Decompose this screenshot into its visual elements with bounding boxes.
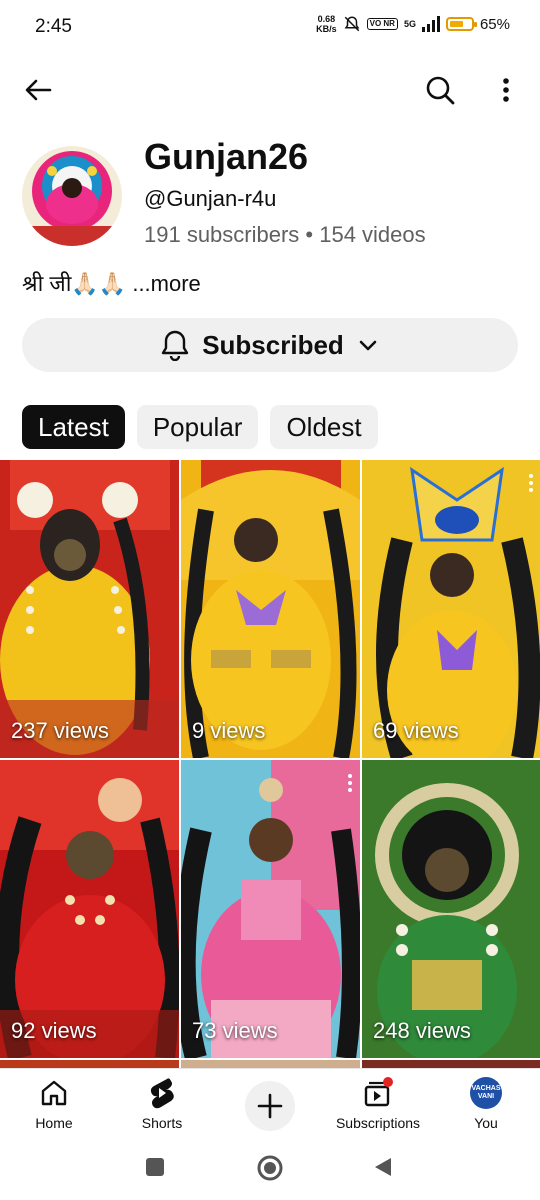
signal-icon [421, 16, 440, 32]
back-arrow-icon[interactable] [20, 72, 56, 108]
volte-badge: VO NR [366, 18, 398, 30]
network-type: 5G [403, 19, 416, 29]
shorts-icon [150, 1078, 174, 1109]
top-bar [0, 60, 540, 120]
search-icon[interactable] [422, 72, 458, 108]
view-count: 248 views [373, 1018, 471, 1043]
sort-chips: Latest Popular Oldest [22, 405, 378, 449]
description-text: श्री जी🙏🏻🙏🏻 [22, 271, 127, 296]
video-thumbnail[interactable]: 9 views [181, 460, 360, 758]
view-count: 9 views [192, 718, 266, 743]
chip-oldest[interactable]: Oldest [270, 405, 378, 449]
battery-percent: 65% [479, 15, 510, 33]
home-circle-icon[interactable] [256, 1154, 284, 1182]
network-speed-unit: KB/s [316, 24, 337, 34]
network-speed-value: 0.68 [317, 14, 336, 24]
channel-avatar[interactable] [22, 146, 122, 246]
nav-home[interactable]: Home [0, 1075, 108, 1131]
channel-description[interactable]: श्री जी🙏🏻🙏🏻 ...more [22, 268, 201, 298]
thumbnail-image [362, 460, 540, 758]
more-vertical-icon[interactable] [348, 774, 352, 792]
bottom-navigation: Home Shorts Subscriptions VACHAS VANI Yo… [0, 1068, 540, 1141]
bell-icon [162, 330, 189, 361]
mute-bell-icon [344, 16, 360, 32]
more-vertical-icon[interactable] [529, 474, 533, 492]
channel-stats: 191 subscribers • 154 videos [144, 222, 426, 247]
system-navigation-bar [0, 1140, 540, 1200]
thumbnail-image [362, 760, 540, 1058]
more-link[interactable]: ...more [132, 271, 200, 296]
chevron-down-icon [359, 340, 377, 351]
more-vertical-icon[interactable] [490, 72, 526, 108]
channel-avatar-image [22, 146, 122, 246]
network-speed: 0.68 KB/s [316, 14, 337, 34]
chip-popular[interactable]: Popular [136, 405, 259, 449]
video-grid: 237 views 9 views 69 views 92 views 73 v… [0, 460, 540, 1060]
subscriptions-icon [364, 1077, 393, 1107]
subscribed-button[interactable]: Subscribed [22, 318, 518, 372]
video-thumbnail[interactable]: 92 views [0, 760, 179, 1058]
thumbnail-image [0, 760, 179, 1058]
nav-subscriptions-label: Subscriptions [335, 1115, 421, 1131]
view-count: 69 views [373, 718, 459, 743]
nav-you[interactable]: VACHAS VANI You [432, 1075, 540, 1131]
create-button[interactable] [245, 1081, 295, 1131]
view-count: 73 views [192, 1018, 278, 1043]
video-thumbnail[interactable]: 237 views [0, 460, 179, 758]
you-avatar: VACHAS VANI [470, 1077, 502, 1109]
video-thumbnail[interactable]: 248 views [362, 760, 540, 1058]
status-time: 2:45 [35, 16, 72, 37]
status-icons: 0.68 KB/s VO NR 5G 65% [316, 14, 510, 34]
battery-icon [445, 17, 477, 31]
status-bar: 2:45 0.68 KB/s VO NR 5G 65% [0, 0, 540, 56]
recent-apps-icon[interactable] [144, 1156, 166, 1178]
nav-subscriptions[interactable]: Subscriptions [324, 1075, 432, 1131]
thumbnail-image [181, 760, 360, 1058]
home-icon [41, 1080, 67, 1106]
back-triangle-icon[interactable] [372, 1156, 394, 1178]
plus-icon [257, 1093, 283, 1119]
nav-home-label: Home [35, 1115, 73, 1131]
thumbnail-image [0, 460, 179, 758]
video-thumbnail[interactable]: 73 views [181, 760, 360, 1058]
channel-name: Gunjan26 [144, 136, 309, 177]
view-count: 237 views [11, 718, 109, 743]
nav-shorts-label: Shorts [141, 1115, 183, 1131]
view-count: 92 views [11, 1018, 97, 1043]
nav-you-label: You [474, 1115, 498, 1131]
channel-handle: @Gunjan-r4u [144, 186, 277, 211]
video-thumbnail[interactable]: 69 views [362, 460, 540, 758]
thumbnail-image [181, 460, 360, 758]
nav-shorts[interactable]: Shorts [108, 1075, 216, 1131]
chip-latest[interactable]: Latest [22, 405, 125, 449]
subscribed-label: Subscribed [202, 329, 344, 360]
